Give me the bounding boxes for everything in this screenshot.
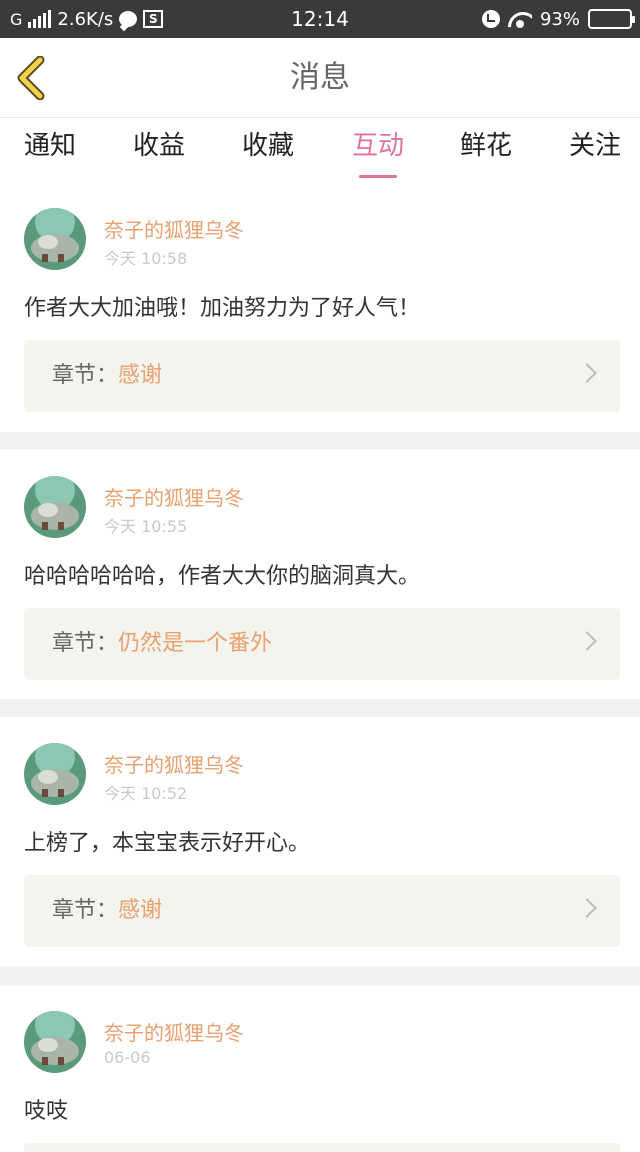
chevron-right-icon xyxy=(577,898,597,918)
username[interactable]: 奈子的狐狸乌冬 xyxy=(104,214,244,243)
avatar[interactable] xyxy=(24,208,86,270)
battery-percent: 93% xyxy=(539,8,580,30)
message-card: 奈子的狐狸乌冬 今天 10:58 作者大大加油哦！加油努力为了好人气！ 章节：感… xyxy=(0,182,640,432)
status-right: 93% xyxy=(481,0,635,38)
message-time: 06-06 xyxy=(104,1048,151,1067)
message-content: 上榜了，本宝宝表示好开心。 xyxy=(24,831,311,856)
avatar[interactable] xyxy=(24,743,86,805)
chapter-link[interactable]: 章节：感谢 xyxy=(24,340,620,412)
chapter-link[interactable]: 章节：感谢 xyxy=(24,875,620,947)
divider xyxy=(0,432,640,450)
chapter-label: 章节：感谢 xyxy=(52,898,163,923)
tab-follow[interactable]: 关注 xyxy=(569,126,621,166)
avatar-image xyxy=(24,476,86,538)
message-card: 奈子的狐狸乌冬 今天 10:55 哈哈哈哈哈哈，作者大大你的脑洞真大。 章节：仍… xyxy=(0,450,640,699)
tab-bar: 通知 收益 收藏 互动 鲜花 关注 xyxy=(0,118,640,182)
tab-label: 互动 xyxy=(352,131,405,161)
chevron-right-icon xyxy=(577,363,597,383)
wifi-icon xyxy=(508,10,532,28)
tab-label: 鲜花 xyxy=(460,131,513,161)
chevron-right-icon xyxy=(577,631,597,651)
message-content: 作者大大加油哦！加油努力为了好人气！ xyxy=(24,296,421,321)
tab-earnings[interactable]: 收益 xyxy=(133,126,185,166)
avatar-image xyxy=(24,743,86,805)
divider xyxy=(0,699,640,717)
message-content: 吱吱 xyxy=(24,1099,69,1124)
status-bar: G 2.6K/s S 12:14 93% xyxy=(0,0,640,38)
message-content: 哈哈哈哈哈哈，作者大大你的脑洞真大。 xyxy=(24,564,421,589)
header: 消息 xyxy=(0,38,640,118)
chapter-name: 感谢 xyxy=(118,898,163,923)
tab-notification[interactable]: 通知 xyxy=(24,126,76,166)
avatar-image xyxy=(24,1011,86,1073)
message-card: 奈子的狐狸乌冬 06-06 吱吱 xyxy=(0,985,640,1152)
chapter-name: 仍然是一个番外 xyxy=(118,631,273,656)
chapter-label: 章节：感谢 xyxy=(52,363,163,388)
battery-icon xyxy=(588,9,635,29)
message-time: 今天 10:58 xyxy=(104,249,188,268)
chapter-name: 感谢 xyxy=(118,363,163,388)
message-card: 奈子的狐狸乌冬 今天 10:52 上榜了，本宝宝表示好开心。 章节：感谢 xyxy=(0,717,640,967)
tab-label: 收益 xyxy=(133,131,186,161)
tab-label: 通知 xyxy=(24,131,77,161)
alarm-icon xyxy=(481,10,500,28)
divider xyxy=(0,967,640,985)
tab-label: 收藏 xyxy=(242,131,295,161)
chapter-label: 章节：仍然是一个番外 xyxy=(52,631,273,656)
message-time: 今天 10:52 xyxy=(104,784,188,803)
username[interactable]: 奈子的狐狸乌冬 xyxy=(104,482,244,511)
tab-favorites[interactable]: 收藏 xyxy=(242,126,294,166)
tab-flowers[interactable]: 鲜花 xyxy=(460,126,512,166)
tab-active-indicator xyxy=(359,175,398,178)
tab-interaction[interactable]: 互动 xyxy=(352,126,405,178)
message-time: 今天 10:55 xyxy=(104,517,188,536)
avatar-image xyxy=(24,208,86,270)
avatar[interactable] xyxy=(24,476,86,538)
chapter-link[interactable] xyxy=(24,1143,620,1152)
username[interactable]: 奈子的狐狸乌冬 xyxy=(104,1017,244,1046)
avatar[interactable] xyxy=(24,1011,86,1073)
username[interactable]: 奈子的狐狸乌冬 xyxy=(104,749,244,778)
tab-label: 关注 xyxy=(569,131,622,161)
page-title: 消息 xyxy=(290,60,350,95)
chapter-link[interactable]: 章节：仍然是一个番外 xyxy=(24,608,620,680)
